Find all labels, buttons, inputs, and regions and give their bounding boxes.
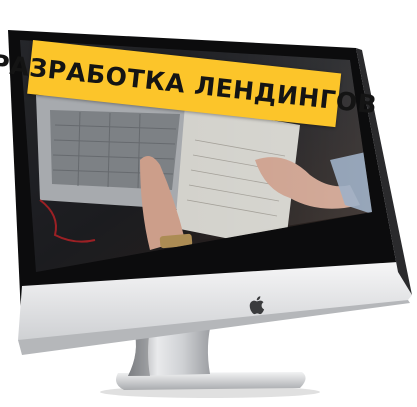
monitor-mockup: РАЗРАБОТКА ЛЕНДИНГОВ xyxy=(0,0,417,403)
apple-logo-icon xyxy=(249,296,265,315)
